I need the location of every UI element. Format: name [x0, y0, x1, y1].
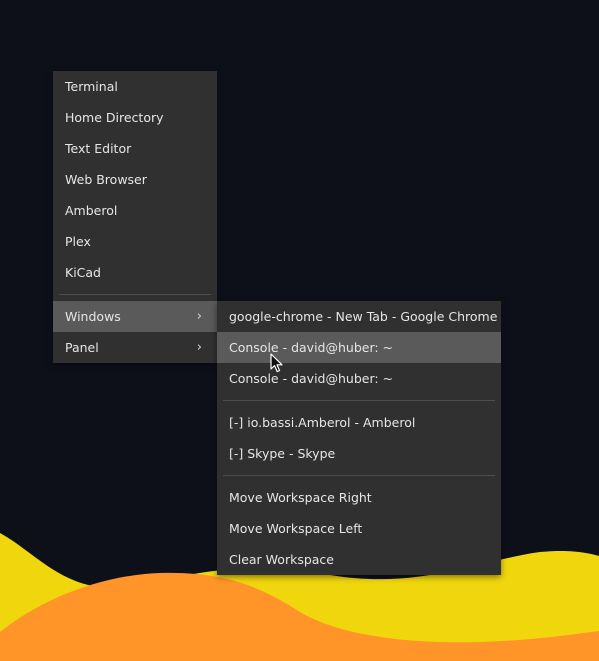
action-move-workspace-right[interactable]: Move Workspace Right: [217, 482, 501, 513]
menu-item-windows-label: Windows: [65, 309, 121, 324]
menu-item-terminal[interactable]: Terminal: [53, 71, 217, 102]
menu-item-windows[interactable]: Windows ›: [53, 301, 217, 332]
menu-item-text-editor[interactable]: Text Editor: [53, 133, 217, 164]
main-menu: Terminal Home Directory Text Editor Web …: [53, 71, 217, 363]
window-item-console-2[interactable]: Console - david@huber: ~: [217, 363, 501, 394]
window-item-google-chrome[interactable]: google-chrome - New Tab - Google Chrome: [217, 301, 501, 332]
window-item-skype-minimized[interactable]: [-] Skype - Skype: [217, 438, 501, 469]
mouse-pointer-icon: [270, 353, 283, 373]
menu-item-kicad[interactable]: KiCad: [53, 257, 217, 288]
menu-item-home-directory[interactable]: Home Directory: [53, 102, 217, 133]
menu-separator: [59, 294, 211, 295]
menu-separator: [223, 400, 495, 401]
menu-item-web-browser[interactable]: Web Browser: [53, 164, 217, 195]
menu-item-panel-label: Panel: [65, 340, 99, 355]
chevron-right-icon: ›: [196, 309, 202, 324]
chevron-right-icon: ›: [196, 340, 202, 355]
windows-submenu: google-chrome - New Tab - Google Chrome …: [217, 301, 501, 575]
menu-item-panel[interactable]: Panel ›: [53, 332, 217, 363]
menu-item-amberol[interactable]: Amberol: [53, 195, 217, 226]
window-item-amberol-minimized[interactable]: [-] io.bassi.Amberol - Amberol: [217, 407, 501, 438]
menu-item-plex[interactable]: Plex: [53, 226, 217, 257]
menu-separator: [223, 475, 495, 476]
action-move-workspace-left[interactable]: Move Workspace Left: [217, 513, 501, 544]
action-clear-workspace[interactable]: Clear Workspace: [217, 544, 501, 575]
window-item-console-1[interactable]: Console - david@huber: ~: [217, 332, 501, 363]
